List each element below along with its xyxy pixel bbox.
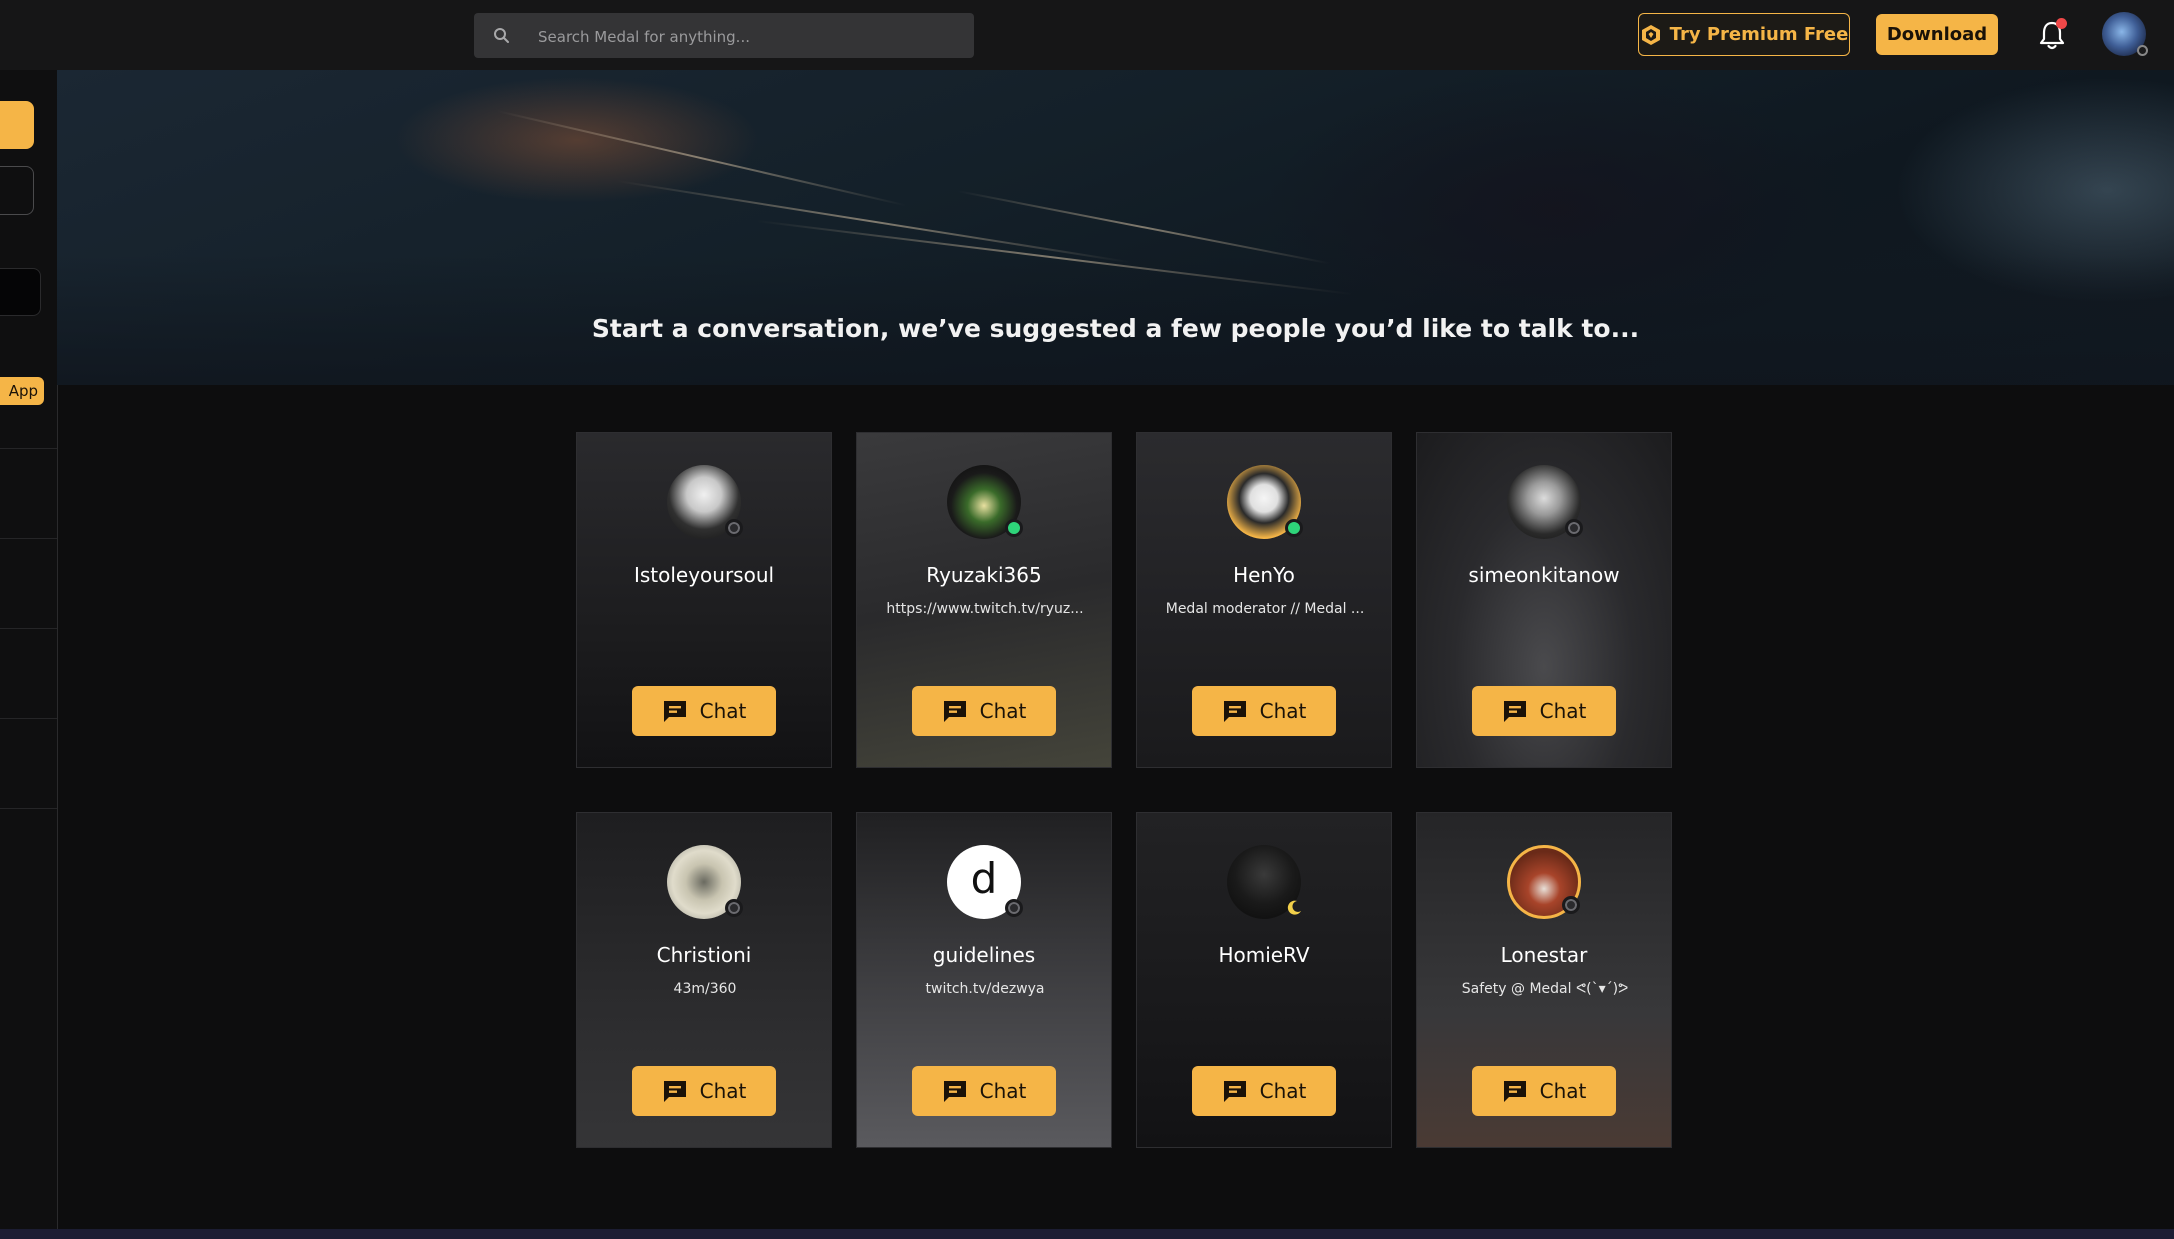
chat-label: Chat	[1539, 699, 1587, 723]
hero-light-streak	[616, 180, 1131, 264]
sidebar-primary-button[interactable]	[0, 101, 34, 149]
search-input[interactable]	[536, 13, 960, 60]
user-card: d guidelines twitch.tv/dezwya Chat	[856, 812, 1112, 1148]
user-name: Ryuzaki365	[926, 563, 1042, 587]
notifications-button[interactable]	[2035, 18, 2069, 52]
chat-label: Chat	[1539, 1079, 1587, 1103]
chat-icon	[1223, 1081, 1246, 1102]
chat-button[interactable]: Chat	[1192, 1066, 1336, 1116]
chat-label: Chat	[1259, 699, 1307, 723]
user-avatar-image	[1507, 465, 1583, 539]
bottom-strip	[0, 1229, 2174, 1239]
user-bio: twitch.tv/dezwya	[925, 981, 1045, 997]
try-premium-label: Try Premium Free	[1669, 24, 1849, 45]
user-card: Christioni 43m/360 Chat	[576, 812, 832, 1148]
user-name: Christioni	[656, 943, 752, 967]
user-card: simeonkitanow Chat	[1416, 432, 1672, 768]
user-avatar-image	[1227, 465, 1303, 539]
user-avatar-image	[667, 845, 743, 919]
avatar-letter: d	[970, 854, 998, 903]
user-card: HomieRV Chat	[1136, 812, 1392, 1148]
chat-icon	[663, 1081, 686, 1102]
user-bio: https://www.twitch.tv/ryuz...	[886, 601, 1084, 617]
chat-icon	[943, 701, 966, 722]
sidebar-divider	[0, 448, 57, 449]
status-indicator	[725, 519, 743, 537]
status-indicator	[1565, 519, 1583, 537]
user-avatar-image	[1227, 845, 1301, 919]
chat-button[interactable]: Chat	[632, 686, 776, 736]
notification-dot	[2056, 18, 2067, 29]
chat-button[interactable]: Chat	[912, 686, 1056, 736]
hero-banner: Start a conversation, we’ve suggested a …	[57, 70, 2174, 385]
chat-label: Chat	[979, 699, 1027, 723]
user-bio: Safety @ Medal ᕙ(`▾´)ᕗ	[1461, 981, 1629, 997]
status-indicator	[1562, 896, 1580, 914]
sidebar-divider	[0, 808, 57, 809]
user-card: HenYo Medal moderator // Medal ... Chat	[1136, 432, 1392, 768]
sidebar-divider	[0, 718, 57, 719]
download-label: Download	[1886, 24, 1988, 45]
sidebar-app-badge[interactable]: App	[0, 377, 44, 405]
search-bar[interactable]	[474, 13, 974, 60]
status-indicator	[1005, 519, 1023, 537]
user-avatar-image: d	[947, 845, 1023, 919]
chat-button[interactable]: Chat	[912, 1066, 1056, 1116]
chat-icon	[663, 701, 686, 722]
user-avatar[interactable]	[2102, 12, 2148, 56]
user-card: Lonestar Safety @ Medal ᕙ(`▾´)ᕗ Chat	[1416, 812, 1672, 1148]
user-avatar-image	[1507, 845, 1581, 919]
status-indicator	[725, 899, 743, 917]
chat-label: Chat	[699, 699, 747, 723]
status-indicator	[1285, 519, 1303, 537]
chat-icon	[1503, 701, 1526, 722]
user-bio: 43m/360	[673, 981, 737, 997]
chat-button[interactable]: Chat	[1192, 686, 1336, 736]
user-name: Istoleyoursoul	[633, 563, 775, 587]
chat-icon	[1223, 701, 1246, 722]
user-name: HomieRV	[1218, 943, 1310, 967]
try-premium-button[interactable]: Try Premium Free	[1638, 13, 1850, 56]
chat-label: Chat	[979, 1079, 1027, 1103]
chat-icon	[1503, 1081, 1526, 1102]
user-card: Ryuzaki365 https://www.twitch.tv/ryuz...…	[856, 432, 1112, 768]
hero-heading: Start a conversation, we’ve suggested a …	[591, 314, 1640, 343]
user-name: Lonestar	[1500, 943, 1588, 967]
status-indicator	[1005, 899, 1023, 917]
user-bio: Medal moderator // Medal ...	[1165, 601, 1365, 617]
search-icon	[494, 28, 509, 43]
top-bar: Try Premium Free Download	[0, 0, 2174, 70]
chat-button[interactable]: Chat	[632, 1066, 776, 1116]
user-avatar-image	[667, 465, 743, 539]
hero-light-streak	[496, 110, 907, 207]
user-avatar-image	[947, 465, 1023, 539]
chat-button[interactable]: Chat	[1472, 686, 1616, 736]
user-name: HenYo	[1233, 563, 1295, 587]
chat-label: Chat	[1259, 1079, 1307, 1103]
premium-badge-icon	[1641, 24, 1660, 45]
moon-icon	[1287, 900, 1301, 915]
sidebar-dark-button[interactable]	[0, 268, 41, 316]
sidebar-secondary-button[interactable]	[0, 166, 34, 215]
sidebar-divider	[0, 628, 57, 629]
sidebar-divider	[0, 538, 57, 539]
left-sidebar: App	[0, 70, 58, 1230]
user-name: simeonkitanow	[1468, 563, 1620, 587]
chat-icon	[943, 1081, 966, 1102]
user-name: guidelines	[932, 943, 1036, 967]
status-indicator	[2137, 45, 2148, 56]
download-button[interactable]: Download	[1876, 14, 1998, 55]
chat-button[interactable]: Chat	[1472, 1066, 1616, 1116]
user-card: Istoleyoursoul Chat	[576, 432, 832, 768]
sidebar-app-label: App	[8, 382, 38, 400]
chat-label: Chat	[699, 1079, 747, 1103]
